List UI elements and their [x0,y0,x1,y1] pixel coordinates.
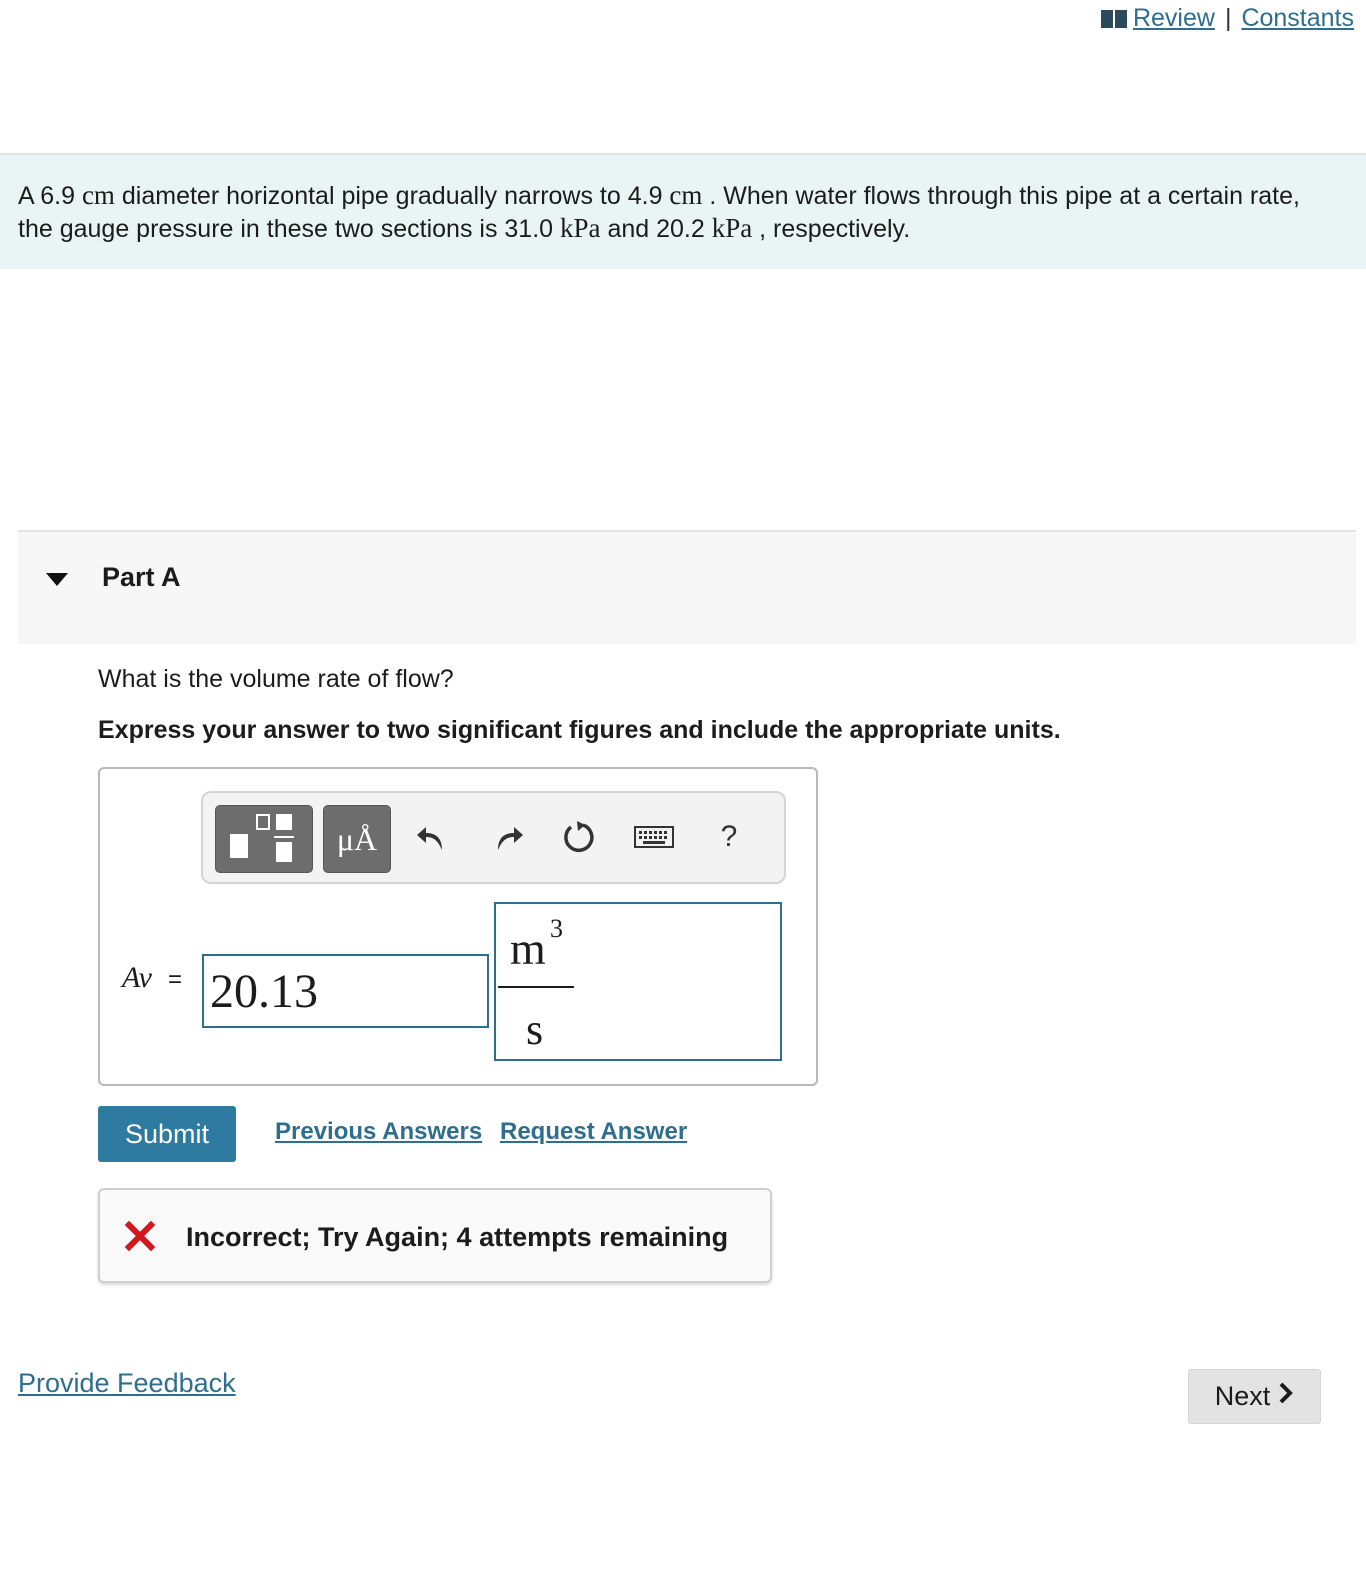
book-icon[interactable] [1100,9,1127,28]
unit-numerator: m [510,923,546,974]
templates-button[interactable] [215,805,313,873]
incorrect-x-icon [124,1220,156,1257]
previous-answers-link[interactable]: Previous Answers [275,1118,482,1146]
collapse-triangle-icon[interactable] [46,573,68,586]
top-links: Review | Constants [1100,4,1354,33]
link-separator: | [1224,4,1232,32]
fraction-bar [498,986,574,988]
part-title: Part A [102,562,181,592]
problem-line-2: the gauge pressure in these two sections… [18,213,911,243]
redo-icon[interactable] [487,815,531,859]
equals-sign: = [168,966,183,993]
part-a-header[interactable]: Part A [18,530,1356,644]
instruction-text: Express your answer to two significant f… [98,716,1061,744]
answer-box: μÅ ? Av = 20.13 m 3 s [98,767,818,1086]
unit-cm: cm [669,180,703,210]
next-button[interactable]: Next [1188,1369,1321,1424]
unit-kpa: kPa [711,213,753,243]
unit-denominator: s [526,1005,544,1054]
problem-line-1: A 6.9 cm diameter horizontal pipe gradua… [18,180,1300,210]
answer-value-input[interactable]: 20.13 [202,954,489,1028]
unit-exponent: 3 [550,914,563,943]
chevron-right-icon [1278,1381,1294,1412]
help-button[interactable]: ? [707,815,751,859]
units-button[interactable]: μÅ [323,805,391,873]
feedback-message: Incorrect; Try Again; 4 attempts remaini… [186,1222,729,1252]
unit-cm: cm [81,180,115,210]
problem-statement: A 6.9 cm diameter horizontal pipe gradua… [0,153,1366,269]
request-answer-link[interactable]: Request Answer [500,1118,687,1146]
submit-button[interactable]: Submit [98,1106,236,1162]
math-toolbar: μÅ ? [201,791,786,884]
reset-icon[interactable] [557,815,601,859]
undo-icon[interactable] [409,815,453,859]
unit-kpa: kPa [560,213,601,243]
next-label: Next [1214,1381,1271,1411]
question-text: What is the volume rate of flow? [98,665,454,693]
feedback-box: Incorrect; Try Again; 4 attempts remaini… [98,1188,772,1283]
provide-feedback-link[interactable]: Provide Feedback [18,1368,236,1399]
keyboard-icon[interactable] [631,815,677,859]
answer-units-input[interactable]: m 3 s [494,902,782,1061]
review-link[interactable]: Review [1133,4,1215,33]
answer-variable: Av [122,961,152,994]
constants-link[interactable]: Constants [1241,4,1354,33]
